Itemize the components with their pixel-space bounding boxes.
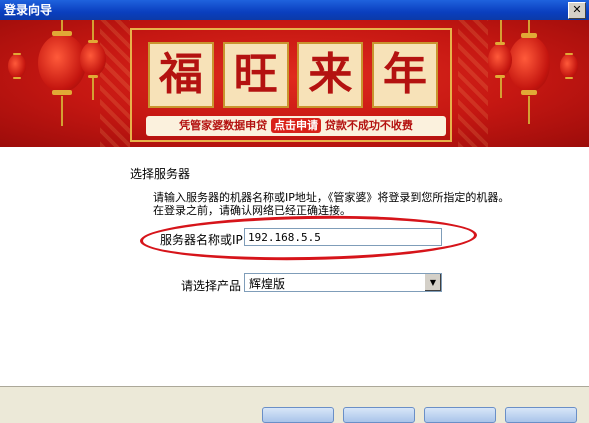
lantern-tassel [500,78,502,98]
lantern-icon [560,52,578,80]
close-button[interactable]: ✕ [568,2,586,19]
lantern-icon [488,42,512,78]
window-title: 登录向导 [4,3,53,17]
wizard-button[interactable] [262,407,334,423]
greeting-character: 旺 [222,42,289,108]
greeting-character: 福 [148,42,214,108]
lantern-icon [508,32,550,96]
slogan-text: 贷款不成功不收费 [324,119,413,132]
apply-now-link[interactable]: 点击申请 [271,118,321,133]
instructions-line: 在登录之前，请确认网络已经正确连接。 [153,204,351,217]
lantern-icon [80,39,106,79]
greeting-characters: 福 旺 来 年 [148,42,438,110]
lantern-string [500,20,502,44]
lantern-string [92,20,94,42]
promo-banner[interactable]: 福 旺 来 年 凭管家婆数据申贷 点击申请 贷款不成功不收费 [0,20,589,147]
wizard-button[interactable] [343,407,415,423]
wizard-content: 选择服务器 请输入服务器的机器名称或IP地址，《管家婆》将登录到您所指定的机器。… [0,147,589,411]
lantern-tassel [528,96,530,124]
section-title: 选择服务器 [130,167,191,181]
slogan-text: 凭管家婆数据申贷 [179,119,268,132]
wizard-button[interactable] [505,407,577,423]
instructions: 请输入服务器的机器名称或IP地址，《管家婆》将登录到您所指定的机器。 在登录之前… [153,191,583,217]
product-select[interactable]: 辉煌版 ▼ [244,273,442,292]
title-bar: 登录向导 ✕ [0,0,589,20]
lantern-icon [8,52,26,80]
product-label: 请选择产品 [181,279,242,293]
product-value: 辉煌版 [249,277,286,291]
banner-pattern [458,20,488,147]
instructions-line: 请输入服务器的机器名称或IP地址，《管家婆》将登录到您所指定的机器。 [153,191,510,204]
lantern-tassel [92,78,94,100]
dropdown-arrow-icon[interactable]: ▼ [424,274,441,291]
banner-pattern [100,20,130,147]
greeting-character: 来 [297,42,364,108]
annotation-circle [139,213,478,263]
greeting-character: 年 [371,42,438,108]
wizard-button[interactable] [424,407,496,423]
banner-slogan: 凭管家婆数据申贷 点击申请 贷款不成功不收费 [146,116,446,136]
button-bar [0,386,589,423]
lantern-tassel [61,96,63,126]
lantern-icon [38,30,86,96]
